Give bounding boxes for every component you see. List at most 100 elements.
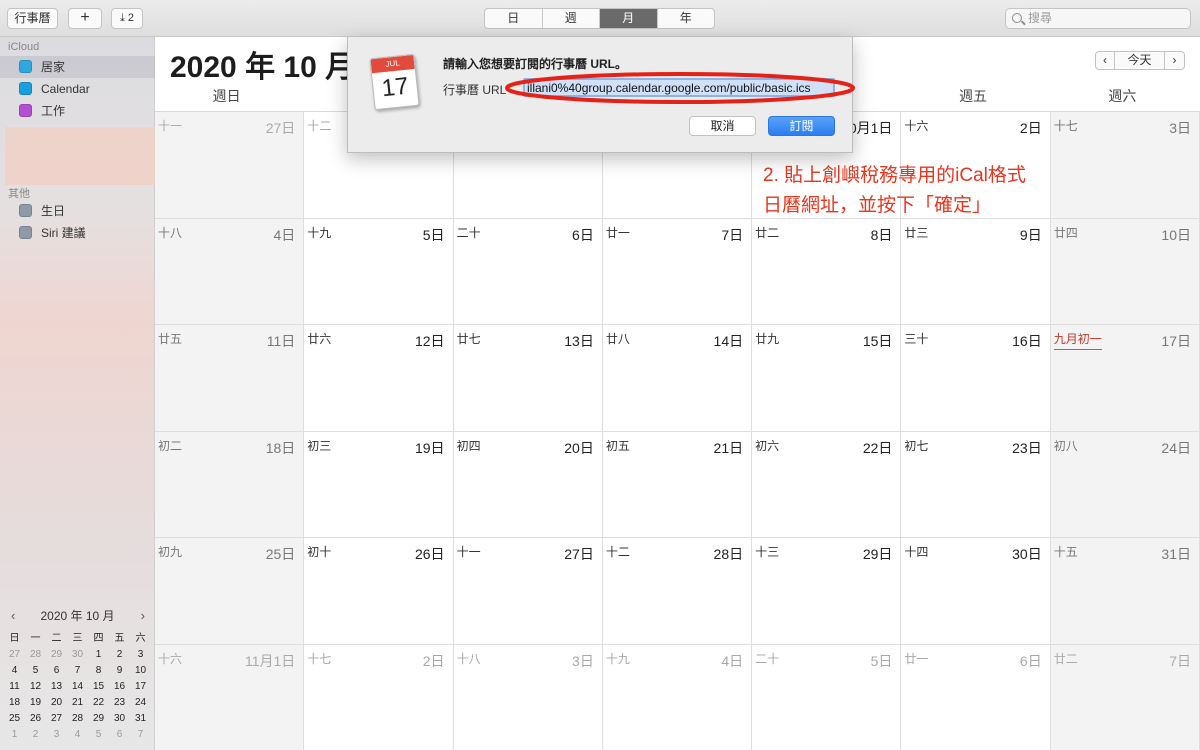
mini-day[interactable]: 1	[88, 647, 109, 663]
day-cell[interactable]: 廿八 14日	[602, 325, 753, 432]
day-cell[interactable]: 十二 28日	[602, 538, 753, 645]
day-cell[interactable]: 十六 11月1日	[155, 644, 305, 750]
day-cell[interactable]: 初四 20日	[453, 431, 603, 538]
mini-day[interactable]: 31	[130, 711, 151, 727]
previous-month-button[interactable]: ‹	[1095, 51, 1115, 70]
view-tab-2[interactable]: 月	[600, 9, 658, 28]
day-cell[interactable]: 十五 31日	[1050, 538, 1200, 645]
day-cell[interactable]: 三十 16日	[901, 325, 1051, 432]
mini-day[interactable]: 2	[109, 647, 130, 663]
day-cell[interactable]: 十一 27日	[453, 538, 603, 645]
calendar-color-checkbox[interactable]	[19, 104, 32, 117]
mini-day[interactable]: 14	[67, 679, 88, 695]
day-cell[interactable]: 初二 18日	[155, 431, 305, 538]
calendar-color-checkbox[interactable]	[19, 60, 32, 73]
subscribe-button[interactable]: 訂閱	[768, 116, 835, 136]
mini-day[interactable]: 29	[46, 647, 67, 663]
mini-day[interactable]: 7	[67, 663, 88, 679]
mini-next-icon[interactable]: ›	[141, 606, 145, 626]
day-cell[interactable]: 廿二 7日	[1050, 644, 1200, 750]
day-cell[interactable]: 初九 25日	[155, 538, 305, 645]
search-field[interactable]: 搜尋	[1005, 8, 1191, 29]
mini-day[interactable]: 20	[46, 695, 67, 711]
mini-day[interactable]: 18	[4, 695, 25, 711]
day-cell[interactable]: 十七 3日	[1050, 112, 1200, 219]
mini-day[interactable]: 26	[25, 711, 46, 727]
mini-day[interactable]: 13	[46, 679, 67, 695]
mini-day[interactable]: 15	[88, 679, 109, 695]
day-cell[interactable]: 廿九 15日	[752, 325, 902, 432]
mini-day[interactable]: 30	[109, 711, 130, 727]
today-button[interactable]: 今天	[1115, 51, 1165, 70]
day-cell[interactable]: 十七 2日	[304, 644, 454, 750]
day-cell[interactable]: 廿六 12日	[304, 325, 454, 432]
mini-day[interactable]: 27	[46, 711, 67, 727]
mini-day[interactable]: 19	[25, 695, 46, 711]
mini-day[interactable]: 3	[46, 727, 67, 743]
day-cell[interactable]: 十九 5日	[304, 218, 454, 325]
next-month-button[interactable]: ›	[1165, 51, 1185, 70]
day-cell[interactable]: 廿五 11日	[155, 325, 305, 432]
sidebar-calendar-item[interactable]: Siri 建議	[0, 222, 155, 244]
day-cell[interactable]: 十九 4日	[602, 644, 753, 750]
view-tab-1[interactable]: 週	[543, 9, 600, 28]
day-cell[interactable]: 初七 23日	[901, 431, 1051, 538]
mini-day[interactable]: 24	[130, 695, 151, 711]
mini-day[interactable]: 25	[4, 711, 25, 727]
calendars-list-button[interactable]: 行事曆	[7, 8, 58, 29]
sidebar-calendar-item[interactable]: Calendar	[0, 78, 155, 100]
mini-day[interactable]: 3	[130, 647, 151, 663]
inbox-download-button[interactable]: ⤓ 2	[111, 8, 143, 29]
view-tab-0[interactable]: 日	[485, 9, 543, 28]
mini-day[interactable]: 7	[130, 727, 151, 743]
mini-day[interactable]: 9	[109, 663, 130, 679]
day-cell[interactable]: 九月初一 17日	[1050, 325, 1200, 432]
mini-day[interactable]: 12	[25, 679, 46, 695]
day-cell[interactable]: 十一 27日	[155, 112, 305, 219]
view-tab-3[interactable]: 年	[658, 9, 715, 28]
day-cell[interactable]: 十八 4日	[155, 218, 305, 325]
day-cell[interactable]: 二十 5日	[752, 644, 902, 750]
calendar-color-checkbox[interactable]	[19, 226, 32, 239]
day-cell[interactable]: 初三 19日	[304, 431, 454, 538]
day-cell[interactable]: 廿七 13日	[453, 325, 603, 432]
mini-day[interactable]: 27	[4, 647, 25, 663]
day-cell[interactable]: 十八 3日	[453, 644, 603, 750]
mini-day[interactable]: 5	[88, 727, 109, 743]
mini-day[interactable]: 8	[88, 663, 109, 679]
cancel-button[interactable]: 取消	[689, 116, 756, 136]
mini-day[interactable]: 16	[109, 679, 130, 695]
mini-day[interactable]: 4	[4, 663, 25, 679]
mini-day[interactable]: 21	[67, 695, 88, 711]
day-cell[interactable]: 十三 29日	[752, 538, 902, 645]
day-cell[interactable]: 初五 21日	[602, 431, 753, 538]
mini-day[interactable]: 28	[67, 711, 88, 727]
mini-day[interactable]: 10	[130, 663, 151, 679]
day-cell[interactable]: 初十 26日	[304, 538, 454, 645]
mini-day[interactable]: 30	[67, 647, 88, 663]
mini-day[interactable]: 22	[88, 695, 109, 711]
mini-day[interactable]: 6	[46, 663, 67, 679]
day-cell[interactable]: 十四 30日	[901, 538, 1051, 645]
day-cell[interactable]: 廿四 10日	[1050, 218, 1200, 325]
mini-day[interactable]: 28	[25, 647, 46, 663]
sidebar-calendar-item[interactable]: 工作	[0, 100, 155, 122]
mini-day[interactable]: 6	[109, 727, 130, 743]
calendar-color-checkbox[interactable]	[19, 82, 32, 95]
day-cell[interactable]: 廿一 7日	[602, 218, 753, 325]
mini-day[interactable]: 11	[4, 679, 25, 695]
day-cell[interactable]: 初八 24日	[1050, 431, 1200, 538]
mini-day[interactable]: 1	[4, 727, 25, 743]
day-cell[interactable]: 廿一 6日	[901, 644, 1051, 750]
mini-day[interactable]: 17	[130, 679, 151, 695]
day-cell[interactable]: 二十 6日	[453, 218, 603, 325]
calendar-color-checkbox[interactable]	[19, 204, 32, 217]
sidebar-calendar-item[interactable]: 生日	[0, 200, 155, 222]
sidebar-calendar-item[interactable]: 居家	[0, 56, 155, 78]
mini-day[interactable]: 5	[25, 663, 46, 679]
mini-day[interactable]: 29	[88, 711, 109, 727]
calendar-url-input[interactable]	[525, 80, 833, 95]
mini-day[interactable]: 4	[67, 727, 88, 743]
day-cell[interactable]: 廿二 8日	[752, 218, 902, 325]
mini-day[interactable]: 2	[25, 727, 46, 743]
